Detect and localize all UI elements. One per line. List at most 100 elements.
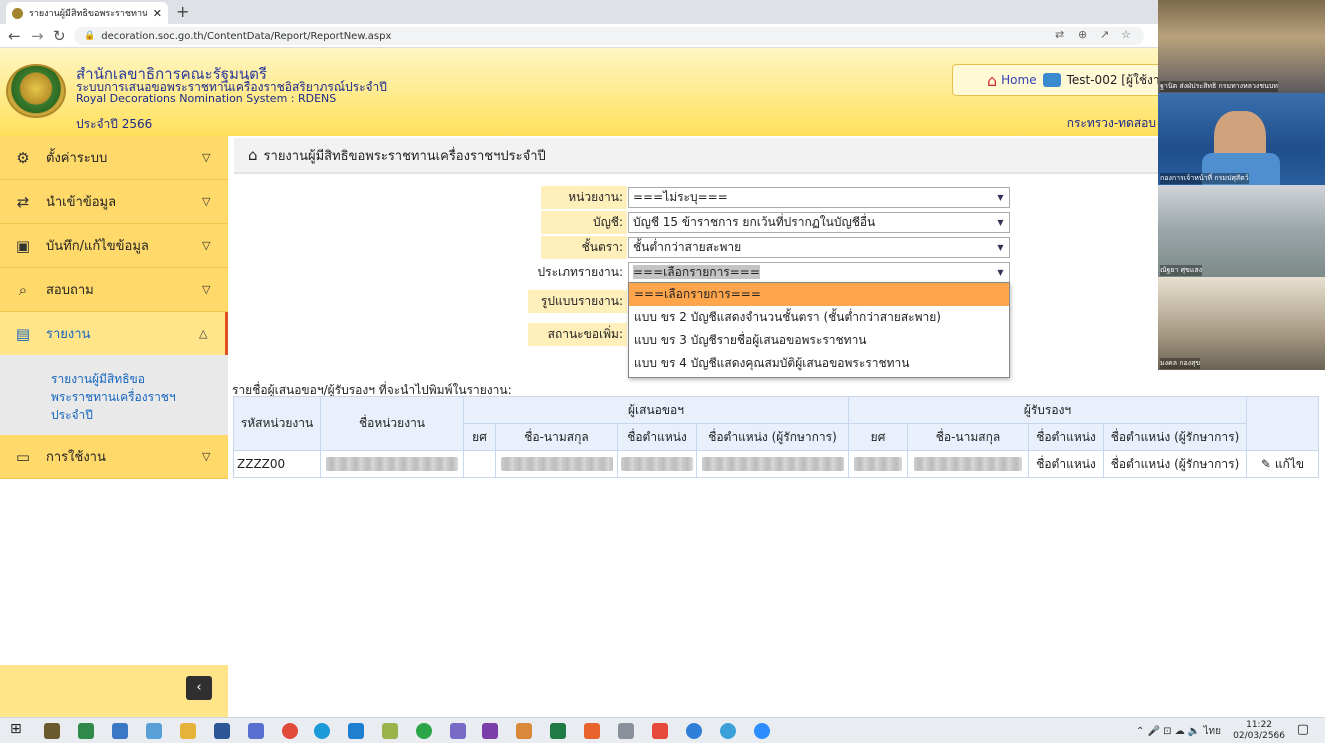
line-icon[interactable] (416, 723, 432, 739)
submenu-item-annual-report[interactable]: รายงานผู้มีสิทธิขอพระราชทานเครื่องราชฯ ป… (51, 370, 201, 424)
home-link[interactable]: ⌂ Home (987, 71, 1037, 90)
fiscal-year: ประจำปี 2566 (76, 117, 153, 131)
back-icon[interactable]: ← (8, 27, 21, 45)
report-type-select[interactable]: ===เลือกรายการ=== ▼ (628, 262, 1010, 283)
address-bar: ← → ↻ 🔒 decoration.soc.go.th/ContentData… (0, 24, 1325, 48)
windows-start-icon[interactable]: ⊞ (10, 721, 26, 737)
app-icon[interactable] (348, 723, 364, 739)
sidebar-item-import[interactable]: ⇄ นำเข้าข้อมูล ▽ (0, 180, 228, 224)
account-select[interactable]: บัญชี 15 ข้าราชการ ยกเว้นที่ปรากฏในบัญชี… (628, 212, 1010, 233)
video-tile[interactable]: กองการเจ้าหน้าที่ กรมปศุสัตว์ (1158, 93, 1325, 185)
video-tile[interactable]: มงคล กองสุข (1158, 277, 1325, 370)
forward-icon[interactable]: → (31, 27, 44, 45)
sidebar-item-label: การใช้งาน (46, 450, 106, 465)
url-text: decoration.soc.go.th/ContentData/Report/… (101, 30, 392, 42)
sidebar-item-label: สอบถาม (46, 283, 94, 298)
site-favicon-icon (12, 7, 23, 19)
chevron-up-icon: △ (199, 327, 208, 340)
collapse-sidebar-button[interactable]: ‹ (186, 676, 212, 700)
report-submenu: รายงานผู้มีสิทธิขอพระราชทานเครื่องราชฯ ป… (0, 355, 228, 435)
sidebar-item-query[interactable]: ⌕ สอบถาม ▽ (0, 268, 228, 312)
browser-tab[interactable]: รายงานผู้มีสิทธิขอพระราชทานเครื่อง ✕ (6, 2, 168, 24)
close-tab-icon[interactable]: ✕ (153, 7, 162, 20)
anydesk-icon[interactable] (652, 723, 668, 739)
reload-icon[interactable]: ↻ (53, 27, 66, 45)
col-rank: ยศ (848, 423, 908, 451)
notification-icon[interactable]: ▢ (1297, 722, 1309, 737)
app-icon[interactable] (618, 723, 634, 739)
app-icon[interactable] (720, 723, 736, 739)
edit-label: แก้ไข (1274, 456, 1305, 471)
col-name: ชื่อ-นามสกุล (495, 423, 618, 451)
new-tab-icon[interactable]: + (176, 2, 189, 21)
sidebar-item-usage[interactable]: ▭ การใช้งาน ▽ (0, 435, 228, 479)
sidebar-item-edit[interactable]: ▣ บันทึก/แก้ไขข้อมูล ▽ (0, 224, 228, 268)
word-icon[interactable] (214, 723, 230, 739)
sidebar-item-report[interactable]: ▤ รายงาน △ (0, 312, 228, 356)
report-type-value: ===เลือกรายการ=== (633, 265, 760, 279)
dropdown-option[interactable]: แบบ ขร 2 บัญชีแสดงจำนวนชั้นตรา (ชั้นต่ำก… (629, 306, 1009, 329)
zoom-icon[interactable]: ⊕ (1078, 28, 1087, 41)
system-tray[interactable]: ⌃ 🎤 ⊡ ☁ 🔈 ไทย (1136, 724, 1221, 739)
system-name-en: Royal Decorations Nomination System : RD… (76, 92, 337, 105)
col-position: ชื่อตำแหน่ง (1028, 423, 1104, 451)
chevron-down-icon: ▽ (202, 283, 211, 296)
home-icon[interactable]: ⌂ (248, 146, 258, 164)
calculator-icon[interactable] (112, 723, 128, 739)
excel-icon[interactable] (550, 723, 566, 739)
unit-select[interactable]: ===ไม่ระบุ=== ▼ (628, 187, 1010, 208)
app-icon[interactable] (146, 723, 162, 739)
sidebar-footer: ‹ (0, 665, 228, 717)
bookmark-star-icon[interactable]: ☆ (1121, 28, 1131, 41)
dropdown-arrow-icon: ▼ (993, 189, 1008, 206)
dropdown-option[interactable]: ===เลือกรายการ=== (629, 283, 1009, 306)
ministry-name: กระทรวง-ทดสอบ (1066, 116, 1156, 130)
teamviewer-icon[interactable] (686, 723, 702, 739)
participant-name: ณัฐยา ศุขแสง (1160, 265, 1203, 276)
dropdown-option[interactable]: แบบ ขร 4 บัญชีแสดงคุณสมบัติผู้เสนอขอพระร… (629, 352, 1009, 375)
sidebar-item-label: นำเข้าข้อมูล (46, 195, 117, 210)
app-icon[interactable] (516, 723, 532, 739)
url-field[interactable]: 🔒 decoration.soc.go.th/ContentData/Repor… (74, 27, 1144, 45)
app-icon[interactable] (78, 723, 94, 739)
col-rank: ยศ (463, 423, 496, 451)
dropdown-option[interactable]: แบบ ขร 3 บัญชีรายชื่อผู้เสนอขอพระราชทาน (629, 329, 1009, 352)
app-icon[interactable] (44, 723, 60, 739)
video-tile[interactable]: ณัฐยา ศุขแสง (1158, 185, 1325, 277)
col-unit-name: ชื่อหน่วยงาน (320, 396, 464, 451)
translate-icon[interactable]: ⇄ (1055, 28, 1064, 41)
dropdown-arrow-icon: ▼ (993, 264, 1008, 281)
user-label[interactable]: Test-002 [ผู้ใช้งา (1067, 71, 1160, 90)
cell-rank-empty (463, 450, 496, 478)
sidebar-item-label: บันทึก/แก้ไขข้อมูล (46, 239, 149, 254)
home-label: Home (1001, 73, 1037, 87)
app-icon[interactable] (248, 723, 264, 739)
windows-taskbar: ⊞ ⌃ 🎤 ⊡ ☁ 🔈 ไทย 11:22 02/03/2566 ▢ (0, 717, 1325, 743)
edge-icon[interactable] (314, 723, 330, 739)
brave-icon[interactable] (584, 723, 600, 739)
zoom-icon[interactable] (754, 723, 770, 739)
sidebar-item-settings[interactable]: ⚙ ตั้งค่าระบบ ▽ (0, 136, 228, 180)
col-action (1246, 396, 1319, 451)
participant-name: กองการเจ้าหน้าที่ กรมปศุสัตว์ (1160, 173, 1249, 184)
share-icon[interactable]: ↗ (1100, 28, 1109, 41)
class-select[interactable]: ชั้นต่ำกว่าสายสะพาย ▼ (628, 237, 1010, 258)
breadcrumb: ⌂ รายงานผู้มีสิทธิขอพระราชทานเครื่องราชฯ… (234, 138, 1158, 174)
col-position-acting: ชื่อตำแหน่ง (ผู้รักษาการ) (696, 423, 849, 451)
visual-studio-icon[interactable] (482, 723, 498, 739)
video-tile[interactable]: ฐานิต ส่งฝ่ประสิทธิ กรมทางหลวงชนบท (1158, 0, 1325, 93)
participant-name: มงคล กองสุข (1160, 358, 1201, 369)
page-title: รายงานผู้มีสิทธิขอพระราชทานเครื่องราชฯปร… (263, 148, 546, 164)
app-icon[interactable] (382, 723, 398, 739)
input-language[interactable]: ไทย (1204, 726, 1221, 737)
clock[interactable]: 11:22 02/03/2566 (1233, 720, 1285, 742)
cell-position-acting-redacted (696, 450, 849, 478)
edit-button[interactable]: ✎ แก้ไข (1246, 450, 1319, 478)
class-value: ชั้นต่ำกว่าสายสะพาย (633, 240, 742, 254)
cell-position-redacted (617, 450, 697, 478)
cell-cert-position-acting: ชื่อตำแหน่ง (ผู้รักษาการ) (1103, 450, 1247, 478)
cell-cert-position: ชื่อตำแหน่ง (1028, 450, 1104, 478)
chrome-icon[interactable] (282, 723, 298, 739)
app-icon[interactable] (450, 723, 466, 739)
file-explorer-icon[interactable] (180, 723, 196, 739)
